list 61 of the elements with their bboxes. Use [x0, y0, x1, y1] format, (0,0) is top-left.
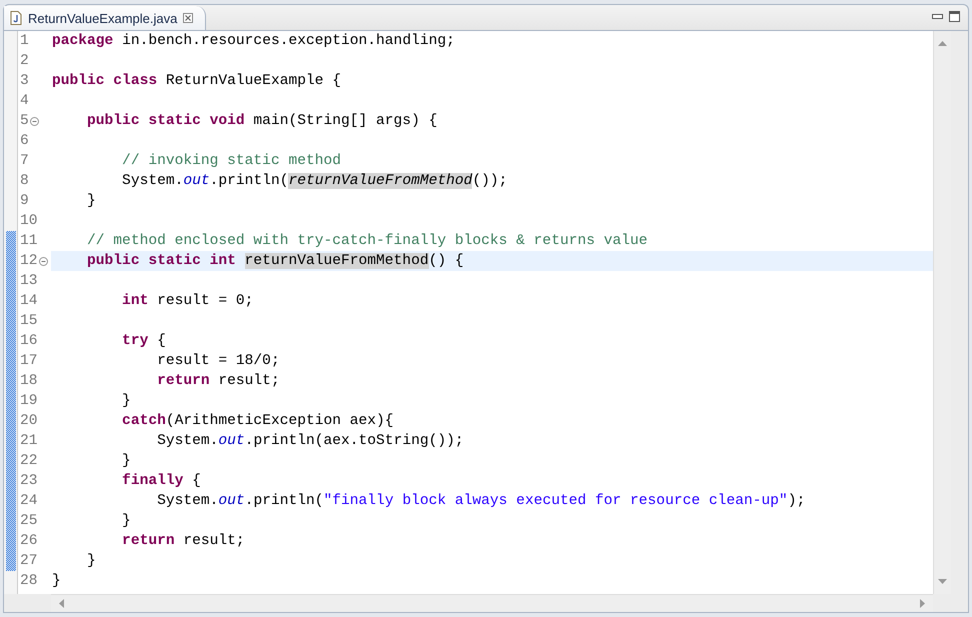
line-number: 22	[20, 453, 38, 469]
line-number: 4	[20, 93, 29, 109]
line-number: 15	[20, 313, 38, 329]
line-number: 28	[20, 573, 38, 589]
scroll-left-icon[interactable]	[59, 599, 64, 608]
code-line: catch(ArithmeticException aex){	[121, 413, 394, 429]
line-number: 3	[20, 73, 29, 89]
code-line: return result;	[121, 533, 245, 549]
line-number: 25	[20, 513, 38, 529]
scroll-down-icon[interactable]	[938, 579, 947, 584]
line-number: 6	[20, 133, 29, 149]
code-line: }	[121, 453, 131, 469]
code-line: int result = 0;	[121, 293, 254, 309]
line-number: 17	[20, 353, 38, 369]
code-line: public static int returnValueFromMethod() {	[86, 253, 464, 269]
line-number: 1	[20, 33, 29, 49]
line-number: 24	[20, 493, 38, 509]
line-number: 13	[20, 273, 38, 289]
code-line: System.out.println(returnValueFromMethod());	[121, 173, 508, 189]
close-icon[interactable]	[183, 13, 194, 23]
line-number: 10	[20, 213, 38, 229]
code-line: }	[86, 193, 96, 209]
code-line: System.out.println(aex.toString());	[156, 433, 464, 449]
line-number: 27	[20, 553, 38, 569]
line-number: 26	[20, 533, 38, 549]
code-line: System.out.println("finally block always executed for resource clean-up");	[156, 493, 806, 509]
line-number: 20	[20, 413, 38, 429]
collapse-icon[interactable]	[30, 116, 39, 126]
code-line: // invoking static method	[121, 153, 342, 169]
line-number: 8	[20, 173, 29, 189]
code-line: try {	[121, 333, 166, 349]
line-number: 14	[20, 293, 38, 309]
code-line: package in.bench.resources.exception.handling;	[52, 33, 455, 49]
code-line: }	[121, 513, 131, 529]
code-line: finally {	[121, 473, 201, 489]
maximize-icon[interactable]	[949, 11, 960, 22]
line-number: 23	[20, 473, 38, 489]
line-number: 16	[20, 333, 38, 349]
scroll-right-icon[interactable]	[920, 599, 925, 608]
code-line: }	[121, 393, 131, 409]
line-number: 19	[20, 393, 38, 409]
line-number: 18	[20, 373, 38, 389]
line-number: 7	[20, 153, 29, 169]
editor-tab[interactable]: ReturnValueExample.java	[4, 6, 206, 30]
code-line: }	[86, 553, 96, 569]
minimize-icon[interactable]	[932, 14, 943, 20]
code-line: return result;	[156, 373, 280, 389]
code-line: }	[52, 573, 61, 589]
line-number: 2	[20, 53, 29, 69]
line-number: 21	[20, 433, 38, 449]
collapse-icon[interactable]	[38, 256, 48, 266]
line-number: 11	[20, 233, 38, 249]
code-line: public static void main(String[] args) {	[86, 113, 438, 129]
line-number: 5	[20, 113, 29, 129]
line-number: 9	[20, 193, 29, 209]
scroll-up-icon[interactable]	[938, 41, 947, 46]
code-line: result = 18/0;	[156, 353, 280, 369]
code-line: public class ReturnValueExample {	[52, 73, 342, 89]
line-number: 12	[20, 253, 38, 269]
java-file-icon	[10, 11, 22, 25]
code-line: // method enclosed with try-catch-finally blocks & returns value	[86, 233, 648, 249]
